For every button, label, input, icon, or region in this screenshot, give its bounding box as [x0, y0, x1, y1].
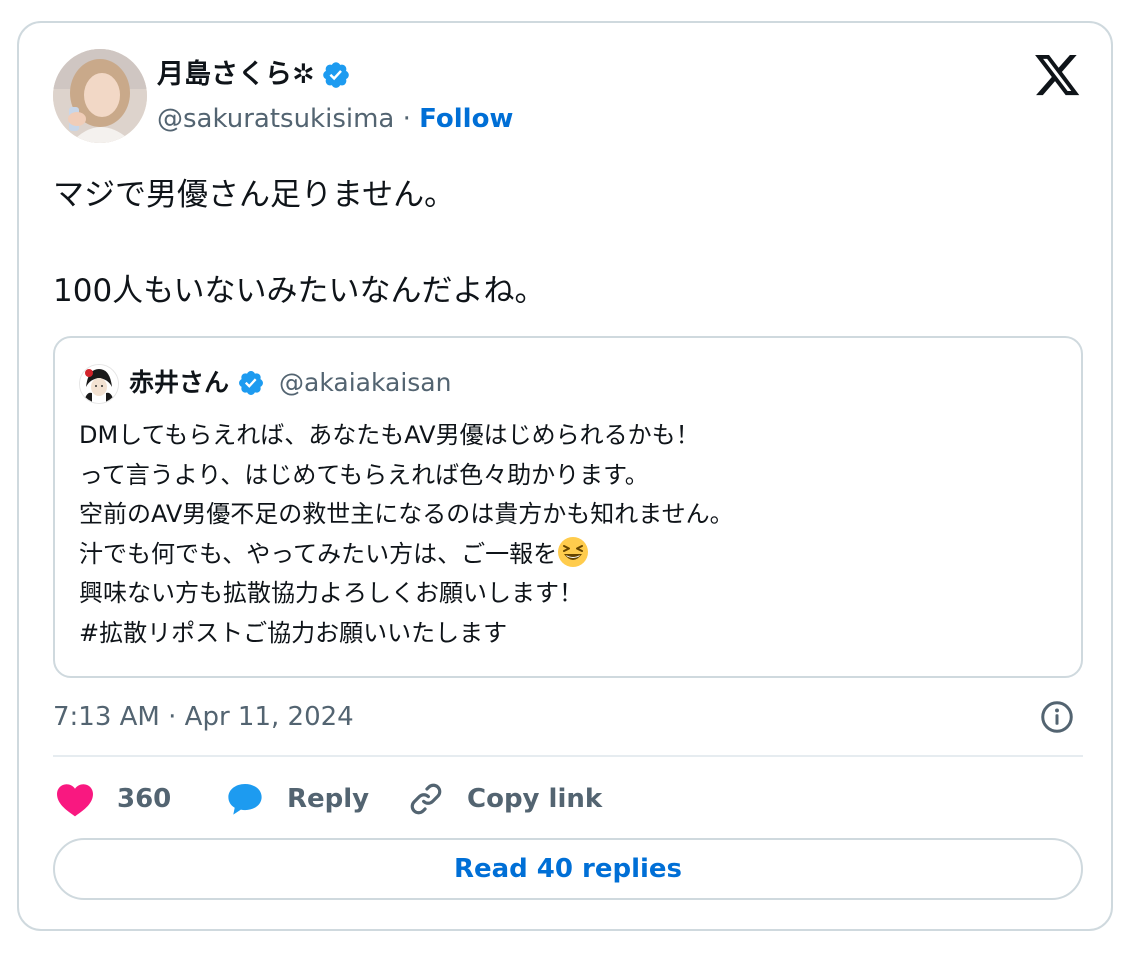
quoted-author-handle[interactable]: @akaiakaisan: [279, 364, 451, 402]
like-count: 360: [117, 784, 172, 814]
heart-icon: [57, 784, 93, 817]
x-logo-icon[interactable]: [1035, 55, 1081, 97]
handle-separator: ·: [394, 104, 420, 134]
embedded-tweet-card: 月島さくら✲ @sakuratsukisima · Follow マジで男優さん…: [17, 21, 1113, 931]
laughing-face-emoji-icon: [558, 536, 589, 567]
author-display-name[interactable]: 月島さくら✲: [157, 57, 315, 93]
reply-label: Reply: [287, 784, 370, 814]
copy-link-label: Copy link: [467, 784, 603, 814]
tweet-text: マジで男優さん足りません。 100人もいないみたいなんだよね。: [53, 177, 546, 309]
tweet-timestamp[interactable]: 7:13 AM · Apr 11, 2024: [53, 699, 354, 735]
author-avatar[interactable]: [53, 49, 147, 143]
verified-badge-icon: [239, 371, 263, 395]
link-icon: [410, 783, 442, 815]
like-button[interactable]: 360: [55, 777, 171, 821]
quoted-author-name[interactable]: 赤井さん: [129, 364, 229, 402]
follow-button[interactable]: Follow: [419, 104, 513, 134]
reply-bubble-icon: [228, 783, 262, 815]
author-handle[interactable]: @sakuratsukisima: [157, 104, 394, 134]
copy-link-button[interactable]: Copy link: [407, 777, 602, 821]
author-handle-row: @sakuratsukisima · Follow: [157, 101, 513, 137]
reply-button[interactable]: Reply: [225, 777, 369, 821]
info-icon[interactable]: [1039, 699, 1075, 735]
author-name[interactable]: 月島さくら✲: [157, 57, 351, 93]
quoted-tweet[interactable]: 赤井さん @akaiakaisan DMしてもらえれば、あなたもAV男優はじめら…: [53, 336, 1083, 678]
quoted-tweet-body: DMしてもらえれば、あなたもAV男優はじめられるかも！ って言うより、はじめても…: [79, 416, 1069, 653]
read-replies-button[interactable]: Read 40 replies: [53, 838, 1083, 900]
quoted-body-part1: DMしてもらえれば、あなたもAV男優はじめられるかも！ って言うより、はじめても…: [79, 421, 734, 568]
verified-badge-icon: [322, 62, 349, 88]
divider: [53, 755, 1083, 757]
quoted-tweet-header: 赤井さん @akaiakaisan: [129, 364, 451, 402]
quoted-body-part2: 興味ない方も拡散協力よろしくお願いします！ #拡散リポストご協力お願いいたします: [79, 579, 583, 647]
quoted-author-avatar[interactable]: [79, 364, 119, 404]
